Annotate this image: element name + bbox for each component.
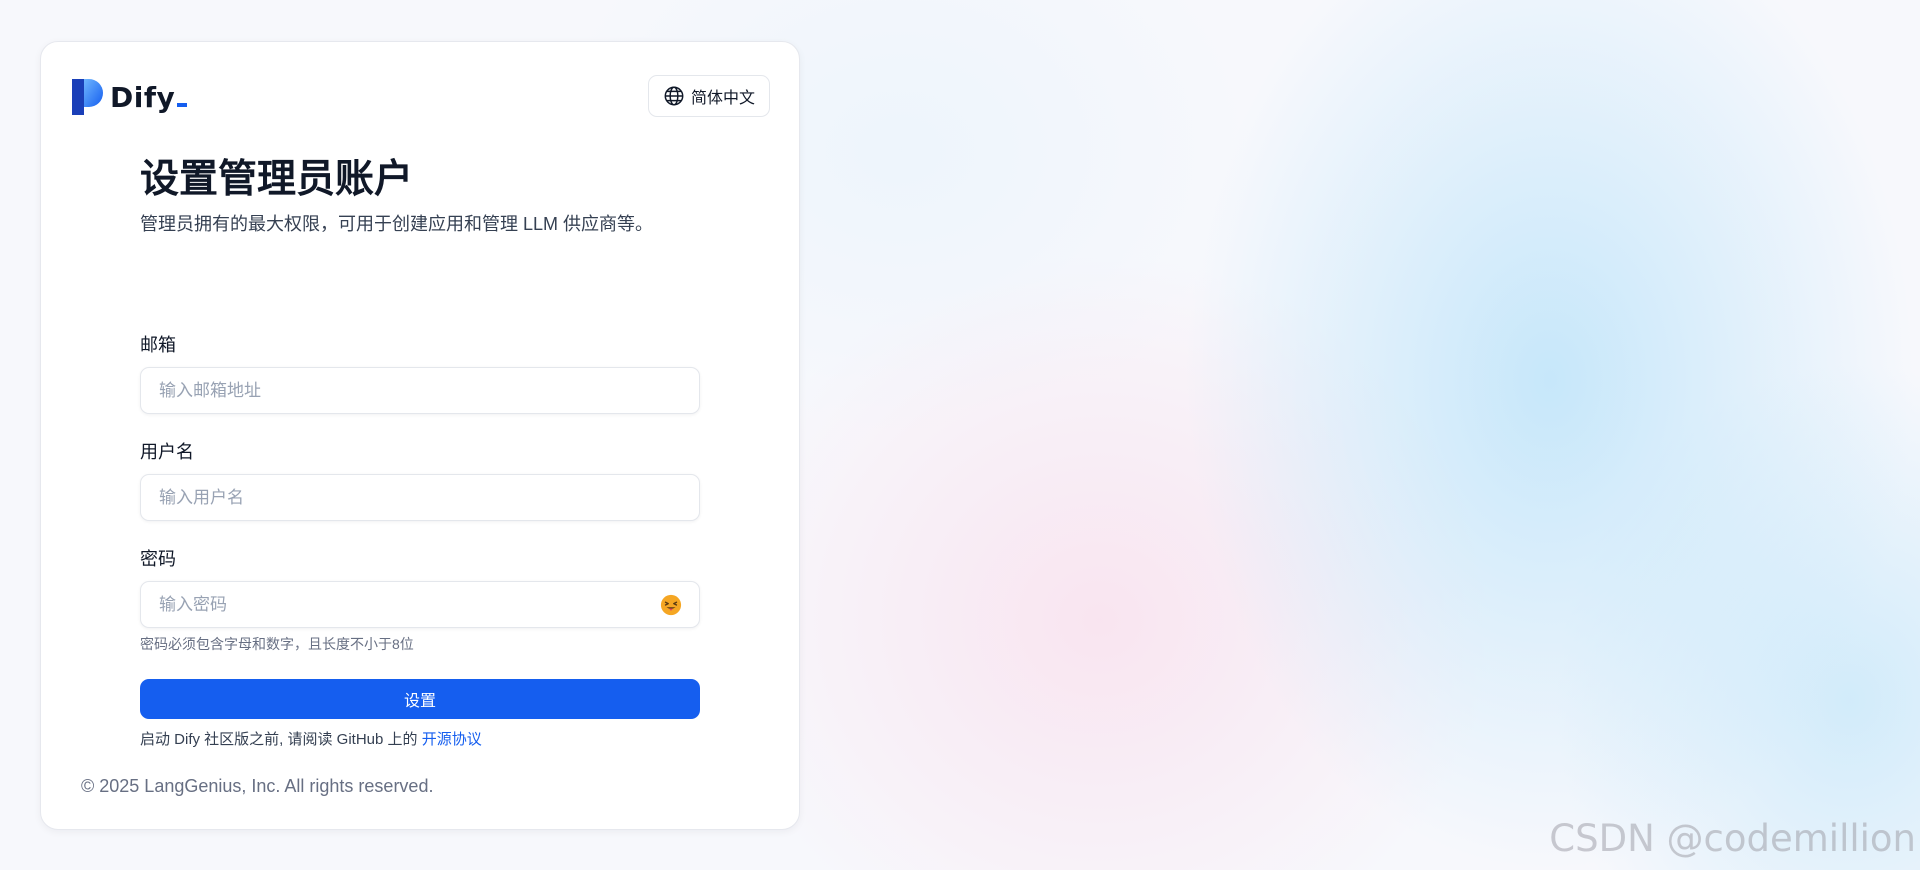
language-label: 简体中文	[690, 90, 755, 107]
agreement-text: 启动 Dify 社区版之前, 请阅读 GitHub 上的	[140, 731, 418, 748]
password-label: 密码	[140, 549, 176, 569]
dify-logo-mark-icon	[72, 79, 103, 115]
csdn-watermark: CSDN @codemillion	[1549, 817, 1916, 860]
setup-form: 设置管理员账户 管理员拥有的最大权限，可用于创建应用和管理 LLM 供应商等。 …	[140, 155, 700, 748]
email-field-wrapper	[140, 367, 700, 414]
password-field-wrapper	[140, 581, 700, 628]
email-label: 邮箱	[140, 335, 176, 355]
password-hint: 密码必须包含字母和数字，且长度不小于8位	[140, 636, 414, 652]
page-subtitle: 管理员拥有的最大权限，可用于创建应用和管理 LLM 供应商等。	[140, 214, 654, 234]
license-agreement: 启动 Dify 社区版之前, 请阅读 GitHub 上的 开源协议	[140, 728, 482, 749]
email-field[interactable]	[141, 368, 699, 413]
dify-logo-text: Dify	[110, 81, 188, 114]
username-field-wrapper	[140, 474, 700, 521]
dify-logo: Dify	[72, 79, 188, 115]
hide-password-emoji-icon[interactable]	[660, 594, 682, 616]
username-field[interactable]	[141, 475, 699, 520]
open-source-license-link[interactable]: 开源协议	[422, 731, 482, 748]
setup-card: Dify 简体中文 设置管理员账户 管理员拥有的最大权限，可用于创建应用和管理 …	[40, 41, 800, 830]
logo-underscore	[177, 102, 188, 107]
copyright-footer: © 2025 LangGenius, Inc. All rights reser…	[81, 776, 434, 796]
language-selector-button[interactable]: 简体中文	[648, 75, 770, 117]
username-label: 用户名	[140, 442, 194, 462]
password-field[interactable]	[141, 582, 699, 627]
page-title: 设置管理员账户	[140, 158, 414, 201]
setup-submit-button[interactable]: 设置	[140, 679, 700, 719]
globe-icon	[664, 86, 684, 106]
